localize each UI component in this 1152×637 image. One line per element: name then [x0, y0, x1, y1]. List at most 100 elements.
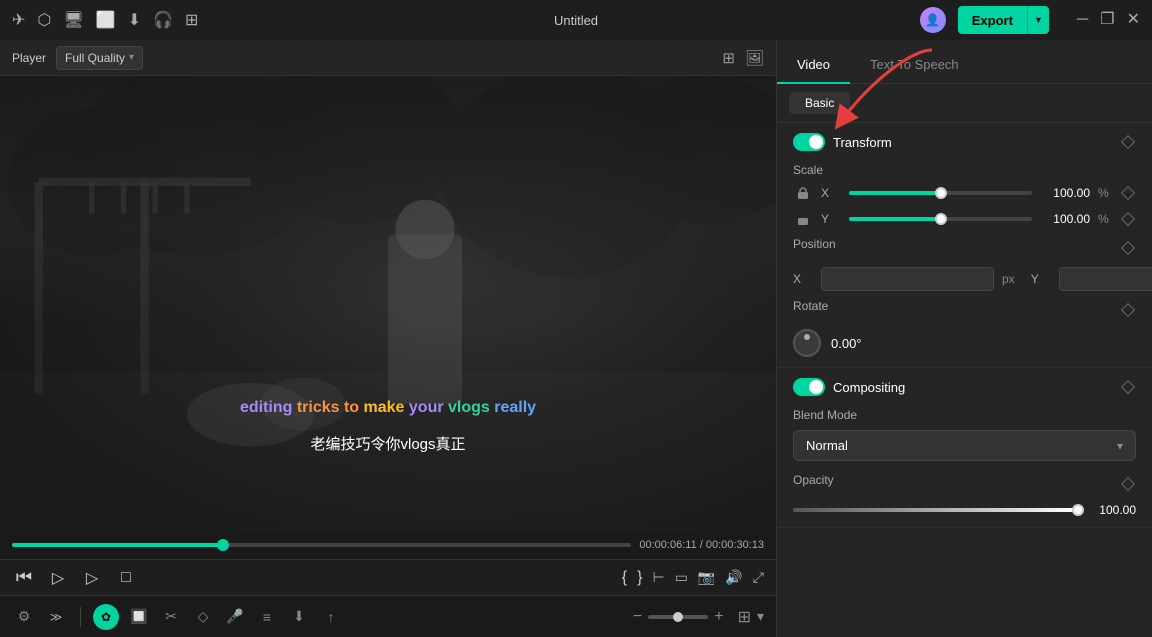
- sub-tab-basic[interactable]: Basic: [789, 92, 850, 114]
- zoom-plus[interactable]: +: [714, 608, 723, 626]
- tool-active[interactable]: ✿: [93, 604, 119, 630]
- scale-y-slider[interactable]: [849, 217, 1032, 221]
- tool-crop[interactable]: ✂: [159, 605, 183, 629]
- transform-header: Transform: [793, 133, 1136, 151]
- tab-video[interactable]: Video: [777, 47, 850, 84]
- diamond-icon: [1121, 241, 1135, 255]
- download-icon[interactable]: ⬇: [128, 10, 141, 30]
- lock-icon-spacer: [793, 213, 813, 225]
- tl-separator-1: [80, 607, 81, 627]
- tool-download[interactable]: ⬇: [287, 605, 311, 629]
- badge-icon[interactable]: ⬡: [37, 10, 51, 30]
- progress-thumb[interactable]: [217, 539, 229, 551]
- timeline-bar: ⚙ ≫ ✿ 🔲 ✂ ◇ 🎤 ≡ ⬇ ↑ − + ⊞ ▾: [0, 595, 776, 637]
- image-icon[interactable]: 🖼: [745, 49, 764, 67]
- scale-y-label: Y: [821, 212, 841, 226]
- tool-text[interactable]: ≡: [255, 605, 279, 629]
- blend-mode-label: Blend Mode: [793, 408, 1136, 422]
- opacity-keyframe[interactable]: [1120, 476, 1136, 492]
- frame-back-button[interactable]: ▷: [46, 566, 70, 590]
- subtitle-english: editing tricks to make your vlogs really: [240, 399, 536, 417]
- scale-x-slider[interactable]: [849, 191, 1032, 195]
- rotate-wheel[interactable]: [793, 329, 821, 357]
- play-button[interactable]: ▷: [80, 566, 104, 590]
- zoom-minus[interactable]: −: [633, 608, 642, 626]
- rotate-row: 0.00°: [793, 329, 1136, 357]
- transform-toggle[interactable]: [793, 133, 825, 151]
- tool-mic[interactable]: 🎤: [223, 605, 247, 629]
- grid-icon[interactable]: ⊞: [185, 10, 198, 30]
- rotate-keyframe[interactable]: [1120, 302, 1136, 318]
- quality-label: Full Quality: [65, 51, 125, 65]
- audio-button[interactable]: 🔊: [725, 569, 742, 586]
- grid-menu-button[interactable]: ⊞: [738, 607, 751, 627]
- transform-section: Transform Scale: [777, 123, 1152, 368]
- tool-arrow-up[interactable]: ↑: [319, 605, 343, 629]
- bookmark-icon[interactable]: ⬜: [96, 10, 116, 30]
- playback-controls: ⏮ ▷ ▷ □ { } ⊢ ▭ 📷 🔊 ⤢: [0, 559, 776, 595]
- rotate-dot: [804, 334, 810, 340]
- transform-keyframe[interactable]: [1120, 134, 1136, 150]
- rewind-button[interactable]: ⏮: [12, 566, 36, 590]
- zoom-slider[interactable]: [648, 615, 708, 619]
- send-icon[interactable]: ✈: [12, 10, 25, 30]
- in-point-button[interactable]: {: [622, 569, 627, 587]
- time-display: 00:00:06:11 / 00:00:30:13: [639, 539, 764, 551]
- export-dropdown-button[interactable]: ▾: [1027, 6, 1049, 34]
- scale-y-value[interactable]: 100.00: [1040, 212, 1090, 226]
- pos-y-input[interactable]: 0.00: [1059, 267, 1152, 291]
- tool-settings[interactable]: ⚙: [12, 605, 36, 629]
- pos-x-input[interactable]: 0.00: [821, 267, 994, 291]
- compositing-toggle[interactable]: [793, 378, 825, 396]
- subtitle-chinese: 老编技巧令你vlogs真正: [310, 433, 465, 454]
- blend-mode-select[interactable]: Normal ▾: [793, 430, 1136, 461]
- scale-x-thumb[interactable]: [935, 187, 947, 199]
- grid-view-icon[interactable]: ⊞: [722, 49, 735, 67]
- transform-title: Transform: [833, 135, 892, 150]
- window-title: Untitled: [554, 13, 598, 28]
- rotate-value[interactable]: 0.00°: [831, 336, 862, 351]
- monitor-icon[interactable]: 🖥: [63, 10, 83, 30]
- avatar[interactable]: 👤: [920, 7, 946, 33]
- tool-shield[interactable]: ◇: [191, 605, 215, 629]
- scale-y-thumb[interactable]: [935, 213, 947, 225]
- scale-x-keyframe[interactable]: [1120, 185, 1136, 201]
- scale-label: Scale: [793, 163, 1136, 177]
- stop-button[interactable]: □: [114, 566, 138, 590]
- tool-more[interactable]: ≫: [44, 605, 68, 629]
- compositing-keyframe[interactable]: [1120, 379, 1136, 395]
- compositing-title: Compositing: [833, 380, 905, 395]
- camera-button[interactable]: 📷: [698, 569, 715, 586]
- screen-button[interactable]: ▭: [675, 569, 688, 586]
- opacity-value[interactable]: 100.00: [1086, 503, 1136, 517]
- right-panel: Video Text To Speech Basic Transform: [776, 40, 1152, 637]
- diamond-icon: [1121, 380, 1135, 394]
- out-point-button[interactable]: }: [637, 569, 642, 587]
- maximize-button[interactable]: ❐: [1100, 12, 1114, 28]
- compositing-section: Compositing Blend Mode Normal ▾: [777, 368, 1152, 528]
- scale-x-row: X 100.00 %: [793, 185, 1136, 201]
- headphone-icon[interactable]: 🎧: [153, 10, 173, 30]
- blend-mode-value: Normal: [806, 438, 848, 453]
- export-button[interactable]: Export: [958, 6, 1027, 34]
- opacity-thumb[interactable]: [1072, 504, 1084, 516]
- title-bar: ✈ ⬡ 🖥 ⬜ ⬇ 🎧 ⊞ Untitled 👤 Export ▾ ─ ❐ ✕: [0, 0, 1152, 40]
- scale-x-value[interactable]: 100.00: [1040, 186, 1090, 200]
- lock-icon: [797, 213, 809, 225]
- more-button[interactable]: ▾: [757, 608, 764, 625]
- tool-zoom[interactable]: 🔲: [127, 605, 151, 629]
- close-button[interactable]: ✕: [1127, 12, 1140, 28]
- split-button[interactable]: ⊢: [652, 569, 664, 586]
- fullscreen-button[interactable]: ⤢: [753, 569, 764, 586]
- progress-bar[interactable]: [12, 543, 631, 547]
- properties-panel: Transform Scale: [777, 123, 1152, 637]
- video-area: editing tricks to make your vlogs really…: [0, 76, 776, 531]
- quality-select[interactable]: Full Quality ▾: [56, 46, 143, 70]
- position-keyframe[interactable]: [1120, 240, 1136, 256]
- scale-x-unit: %: [1098, 186, 1112, 200]
- opacity-slider[interactable]: [793, 508, 1078, 512]
- tab-tts[interactable]: Text To Speech: [850, 47, 979, 84]
- scale-y-keyframe[interactable]: [1120, 211, 1136, 227]
- minimize-button[interactable]: ─: [1077, 12, 1088, 28]
- pos-y-label: Y: [1031, 272, 1051, 286]
